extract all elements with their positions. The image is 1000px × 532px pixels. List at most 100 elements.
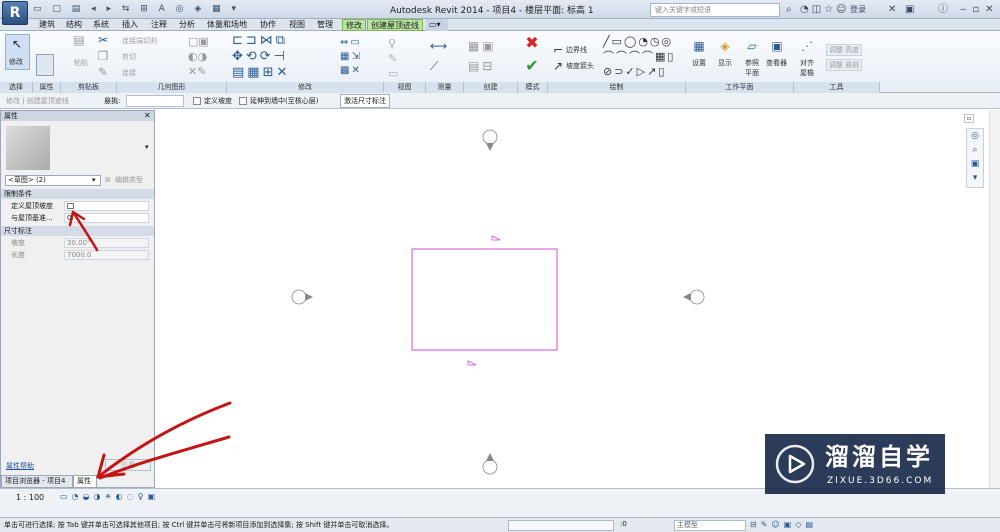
tab-view[interactable]: 视图 bbox=[286, 19, 308, 31]
viewer-label[interactable]: 查看器 bbox=[766, 58, 787, 68]
group-select[interactable]: 选择 bbox=[0, 82, 33, 93]
navigation-bar[interactable]: ◎ ⌕ ▣ ▾ bbox=[966, 128, 984, 188]
status-icons[interactable]: ⊟✎☺▣◇▤ bbox=[750, 520, 817, 529]
search-input[interactable]: 键入关键字或短语 bbox=[650, 3, 780, 17]
view-restore-button[interactable]: ▫ bbox=[964, 114, 974, 123]
group-geometry: 几何图形 bbox=[117, 82, 227, 93]
draw-tools-icon[interactable]: ╱▭◯◔◷◎ ⌒⌒⌒⌒▦▯ ⊘⊃✓▷↗▯ bbox=[603, 34, 683, 80]
paste-label: 粘贴 bbox=[74, 59, 88, 67]
dropdown-arrow-icon[interactable]: ▾ bbox=[92, 175, 96, 186]
finish-edit-icon[interactable]: ✔ bbox=[525, 58, 539, 74]
tab-systems[interactable]: 系统 bbox=[90, 19, 112, 31]
elevation-marker-east[interactable] bbox=[683, 289, 705, 305]
extend-to-core-checkbox[interactable] bbox=[239, 97, 247, 105]
tab-massing[interactable]: 体量和场地 bbox=[204, 19, 250, 31]
define-slope-checkbox[interactable] bbox=[193, 97, 201, 105]
paste-icon[interactable]: ▤ bbox=[72, 33, 86, 47]
activate-dimensions-button[interactable]: 激活尺寸标注 bbox=[340, 94, 390, 108]
edit-type-button[interactable]: 编辑类型 bbox=[115, 175, 143, 186]
properties-help-link[interactable]: 属性帮助 bbox=[6, 461, 34, 471]
tab-properties[interactable]: 属性 bbox=[73, 475, 97, 488]
array-tools-icon[interactable]: ⇔▭ ▦⇲ ▩✕ bbox=[340, 36, 380, 81]
apply-button[interactable]: 应用 bbox=[105, 459, 151, 471]
view-control-icons[interactable]: ▭◔◒◑☀◐◌♀▣ bbox=[60, 492, 159, 501]
tab-project-browser[interactable]: 项目浏览器 - 项目4 bbox=[1, 475, 73, 488]
adjust-height-button[interactable]: 调整 高度 bbox=[826, 44, 863, 56]
set-label[interactable]: 设置 bbox=[692, 58, 706, 68]
tab-modify[interactable]: 修改 bbox=[342, 19, 366, 31]
modify-tools-icon[interactable]: ⊏⊐⋈⧉ ✥⟲⟳⊣ ▤▦⊞✕ bbox=[232, 33, 332, 81]
show-workplane-icon[interactable]: ◈ bbox=[718, 39, 732, 53]
tab-minimize-toggle[interactable]: ▭▾ bbox=[426, 19, 448, 31]
elevation-marker-south[interactable] bbox=[482, 453, 498, 475]
match-icon[interactable]: ✎ bbox=[96, 65, 110, 79]
type-selector[interactable]: <草图> (2) bbox=[5, 175, 101, 186]
cut-icon[interactable]: ✂ bbox=[96, 33, 110, 47]
infocenter-icons[interactable]: ◔◫☆ bbox=[800, 3, 836, 16]
tab-annotate[interactable]: 注释 bbox=[148, 19, 170, 31]
viewer-icon[interactable]: ▣ bbox=[770, 39, 784, 53]
exchange-icon[interactable]: ✕ bbox=[888, 3, 896, 16]
user-icon[interactable]: ☺ bbox=[836, 3, 846, 16]
group-mode: 模式 bbox=[518, 82, 548, 93]
application-menu-button[interactable]: R bbox=[2, 1, 28, 25]
drawing-canvas[interactable]: ∞ ▫ ◎⌕▣▾ bbox=[156, 110, 1000, 488]
create-tools-icon[interactable]: ▦▣ ▤⊟ bbox=[468, 36, 518, 81]
group-create: 创建 bbox=[464, 82, 518, 93]
close-icon[interactable]: ✕ bbox=[144, 111, 151, 121]
overhang-input[interactable] bbox=[126, 95, 184, 107]
tab-manage[interactable]: 管理 bbox=[314, 19, 336, 31]
align-eave-icon[interactable]: ⋰ bbox=[800, 39, 814, 53]
define-roof-slope-value[interactable] bbox=[64, 201, 149, 211]
length-value: 7000.0 bbox=[64, 250, 149, 260]
login-link[interactable]: 登录 bbox=[850, 3, 866, 16]
roof-footprint-sketch[interactable] bbox=[411, 248, 558, 351]
search-icon[interactable]: ⌕ bbox=[786, 3, 792, 16]
quick-access-toolbar[interactable]: ▭ ▢ ▤ ◂ ▸ ⇆ ⊞ A ◎ ◈ ▦ ▾ bbox=[33, 3, 333, 16]
view-tools-icon[interactable]: ♀ ✎ ▭ bbox=[388, 36, 418, 81]
design-option-field[interactable]: 主模型 bbox=[674, 520, 746, 531]
modify-label: 修改 bbox=[9, 58, 23, 66]
clipboard-item-cut[interactable]: 剪切 bbox=[122, 52, 136, 62]
measure-tools-icon[interactable]: ⟷ ⟋ bbox=[430, 36, 458, 81]
group-clipboard: 剪贴板 bbox=[61, 82, 117, 93]
help-icon[interactable]: ⓘ bbox=[938, 3, 948, 16]
elevation-marker-west[interactable] bbox=[291, 289, 313, 305]
clipboard-item-join-cut[interactable]: 连接端切割 bbox=[122, 36, 157, 46]
ref-plane-icon[interactable]: ▱ bbox=[745, 39, 759, 53]
section-constraints[interactable]: 限制条件 bbox=[1, 189, 154, 199]
tab-architecture[interactable]: 建筑 bbox=[36, 19, 58, 31]
clipboard-item-join[interactable]: 连接 bbox=[122, 68, 136, 78]
group-properties: 属性 bbox=[33, 82, 61, 93]
cancel-edit-icon[interactable]: ✖ bbox=[525, 35, 539, 51]
slope-symbol-bottom-icon[interactable] bbox=[467, 360, 477, 366]
slope-arrow-label[interactable]: 坡度箭头 bbox=[566, 61, 594, 71]
workset-field[interactable] bbox=[508, 520, 614, 531]
define-roof-slope-checkbox[interactable] bbox=[67, 203, 74, 209]
window-controls[interactable]: ‒▫✕ bbox=[960, 3, 1000, 16]
geometry-tools-icon[interactable]: ▢▣ ◐◑ ✕✎ bbox=[188, 34, 218, 79]
scale-label[interactable]: 1 : 100 bbox=[16, 493, 44, 502]
slope-arrow-icon[interactable]: ↗ bbox=[551, 59, 565, 73]
section-dimensions[interactable]: 尺寸标注 bbox=[1, 226, 154, 236]
align-eave-label[interactable]: 对齐屋檐 bbox=[798, 58, 816, 78]
tab-create-roof-footprint[interactable]: 创建屋顶迹线 bbox=[367, 19, 423, 31]
tab-collaborate[interactable]: 协作 bbox=[257, 19, 279, 31]
offset-base-value[interactable]: 0. bbox=[64, 213, 149, 223]
elevation-marker-north[interactable] bbox=[482, 129, 498, 151]
tab-structure[interactable]: 结构 bbox=[63, 19, 85, 31]
slope-symbol-top-icon[interactable] bbox=[491, 235, 501, 241]
boundary-line-label[interactable]: 边界线 bbox=[566, 45, 587, 55]
tab-analyze[interactable]: 分析 bbox=[176, 19, 198, 31]
boundary-line-icon[interactable]: ⌐ bbox=[551, 43, 565, 57]
adjust-overhang-button[interactable]: 调整 悬挑 bbox=[826, 59, 863, 71]
cart-icon[interactable]: ▣ bbox=[905, 3, 914, 16]
show-label[interactable]: 显示 bbox=[718, 58, 732, 68]
ref-plane-label[interactable]: 参照平面 bbox=[743, 58, 761, 78]
watermark-logo: 溜溜自学 ZIXUE.3D66.COM bbox=[765, 434, 945, 494]
copy-icon[interactable]: ❐ bbox=[96, 49, 110, 63]
properties-icon[interactable] bbox=[36, 54, 54, 76]
vertical-scrollbar[interactable] bbox=[989, 110, 1000, 488]
tab-insert[interactable]: 插入 bbox=[119, 19, 141, 31]
set-workplane-icon[interactable]: ▦ bbox=[692, 39, 706, 53]
